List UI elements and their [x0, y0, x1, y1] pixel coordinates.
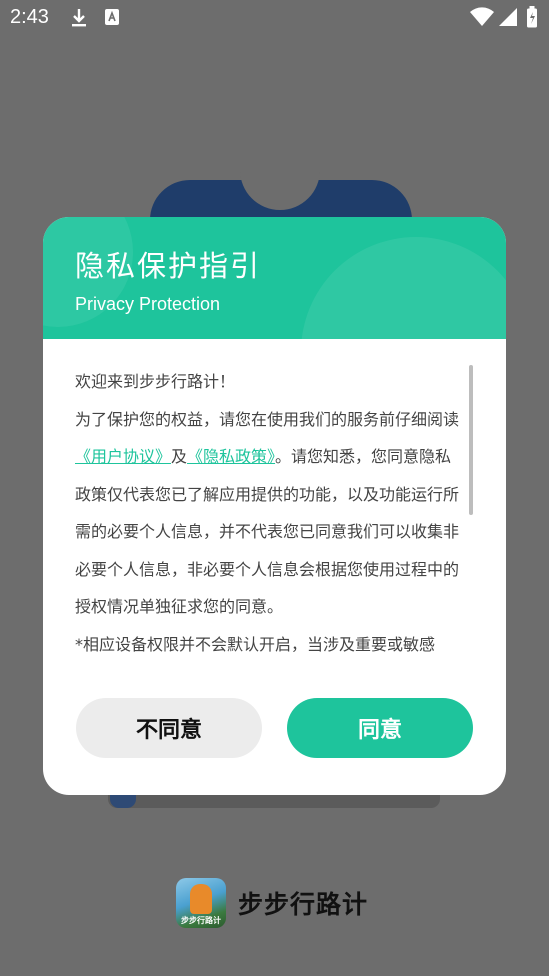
download-icon [70, 8, 88, 32]
runner-figure-icon [190, 884, 212, 914]
battery-icon [526, 6, 538, 32]
wifi-icon [470, 7, 494, 31]
text-icon [104, 8, 120, 30]
status-bar: 2:43 [0, 0, 549, 36]
policy-detail-text: 。请您知悉，您同意隐私政策仅代表您已了解应用提供的功能，以及功能运行所需的必要个… [75, 447, 460, 616]
welcome-text: 欢迎来到步步行路计！ [75, 372, 236, 391]
privacy-policy-link[interactable]: 《隐私政策》 [187, 447, 275, 466]
conjunction-text: 及 [171, 447, 188, 466]
header-decoration-circle [301, 237, 506, 339]
app-name: 步步行路计 [238, 890, 369, 919]
permission-note: *相应设备权限并不会默认开启，当涉及重要或敏感 [75, 634, 436, 654]
decline-button[interactable]: 不同意 [76, 698, 262, 758]
body-scrollbar[interactable] [469, 365, 473, 515]
dialog-title: 隐私保护指引 [75, 249, 262, 283]
app-logo-text: 步步行路计 [181, 916, 221, 925]
dialog-header: 隐私保护指引 Privacy Protection [43, 217, 506, 339]
agree-button[interactable]: 同意 [287, 698, 473, 758]
signal-icon [498, 7, 518, 31]
app-logo-icon: 步步行路计 [176, 878, 226, 928]
dialog-body[interactable]: 欢迎来到步步行路计！ 为了保护您的权益，请您在使用我们的服务前仔细阅读《用户协议… [75, 363, 465, 663]
dialog-subtitle: Privacy Protection [75, 294, 221, 314]
status-time: 2:43 [10, 6, 49, 28]
policy-intro-text: 为了保护您的权益，请您在使用我们的服务前仔细阅读 [75, 409, 460, 429]
policy-paragraph: 为了保护您的权益，请您在使用我们的服务前仔细阅读《用户协议》及《隐私政策》。请您… [75, 401, 465, 626]
app-brand: 步步行路计 步步行路计 [176, 878, 368, 928]
privacy-dialog: 隐私保护指引 Privacy Protection 欢迎来到步步行路计！ 为了保… [43, 217, 506, 795]
user-agreement-link[interactable]: 《用户协议》 [75, 447, 171, 466]
